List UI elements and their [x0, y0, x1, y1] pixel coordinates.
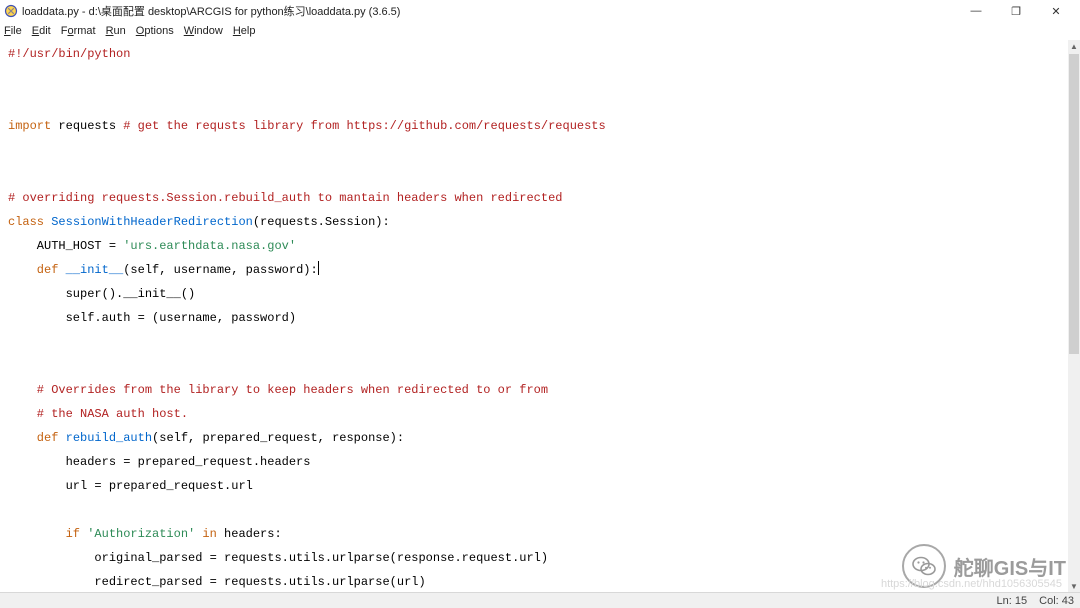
code-token: super(). [8, 287, 123, 301]
window-controls: — ❐ ✕ [956, 0, 1076, 22]
code-token-keyword: def [8, 431, 58, 445]
menu-run[interactable]: Run [106, 25, 126, 37]
status-column: Col: 43 [1039, 595, 1074, 607]
code-line: original_parsed = requests.utils.urlpars… [8, 551, 548, 565]
menu-edit[interactable]: Edit [32, 25, 51, 37]
code-line: #!/usr/bin/python [8, 47, 130, 61]
vertical-scrollbar[interactable]: ▲ ▼ [1068, 40, 1080, 592]
code-line: headers = prepared_request.headers [8, 455, 310, 469]
code-token-keyword: class [8, 215, 44, 229]
code-line: self.auth = (username, password) [8, 311, 296, 325]
code-line: # Overrides from the library to keep hea… [8, 383, 548, 397]
code-line: # overriding requests.Session.rebuild_au… [8, 191, 563, 205]
code-token: (self, username, password): [123, 263, 317, 277]
code-token: () [181, 287, 195, 301]
code-token: (requests.Session): [253, 215, 390, 229]
status-line: Ln: 15 [997, 595, 1028, 607]
menu-file[interactable]: File [4, 25, 22, 37]
code-token-classname: SessionWithHeaderRedirection [44, 215, 253, 229]
code-token: AUTH_HOST = [8, 239, 123, 253]
code-token-keyword: import [8, 119, 51, 133]
code-token-funcname: rebuild_auth [58, 431, 152, 445]
code-token-funcname: __init__ [58, 263, 123, 277]
code-token: (self, prepared_request, response): [152, 431, 404, 445]
text-cursor [318, 261, 319, 275]
window-title: loaddata.py - d:\桌面配置 desktop\ARCGIS for… [22, 3, 956, 19]
maximize-button[interactable]: ❐ [996, 0, 1036, 22]
menu-format[interactable]: Format [61, 25, 96, 37]
scroll-thumb[interactable] [1069, 54, 1079, 354]
code-token-string: 'urs.earthdata.nasa.gov' [123, 239, 296, 253]
menu-bar: File Edit Format Run Options Window Help [0, 22, 1080, 40]
code-content[interactable]: #!/usr/bin/python import requests # get … [0, 40, 1068, 592]
editor-area[interactable]: #!/usr/bin/python import requests # get … [0, 40, 1068, 592]
scroll-down-arrow[interactable]: ▼ [1068, 580, 1080, 592]
close-button[interactable]: ✕ [1036, 0, 1076, 22]
code-token-string: 'Authorization' [80, 527, 195, 541]
app-icon [4, 4, 18, 18]
code-token-keyword: if [8, 527, 80, 541]
code-line: # the NASA auth host. [8, 407, 188, 421]
code-token-comment: # get the requsts library from https://g… [123, 119, 605, 133]
code-token: requests [51, 119, 123, 133]
code-line: redirect_parsed = requests.utils.urlpars… [8, 575, 426, 589]
menu-options[interactable]: Options [136, 25, 174, 37]
menu-window[interactable]: Window [184, 25, 223, 37]
menu-help[interactable]: Help [233, 25, 256, 37]
title-bar: loaddata.py - d:\桌面配置 desktop\ARCGIS for… [0, 0, 1080, 22]
code-line: url = prepared_request.url [8, 479, 253, 493]
minimize-button[interactable]: — [956, 0, 996, 22]
code-token-keyword: def [8, 263, 58, 277]
code-token: __init__ [123, 287, 181, 301]
code-token: headers: [217, 527, 282, 541]
scroll-up-arrow[interactable]: ▲ [1068, 40, 1080, 52]
status-bar: Ln: 15 Col: 43 [0, 592, 1080, 608]
code-token-keyword: in [195, 527, 217, 541]
